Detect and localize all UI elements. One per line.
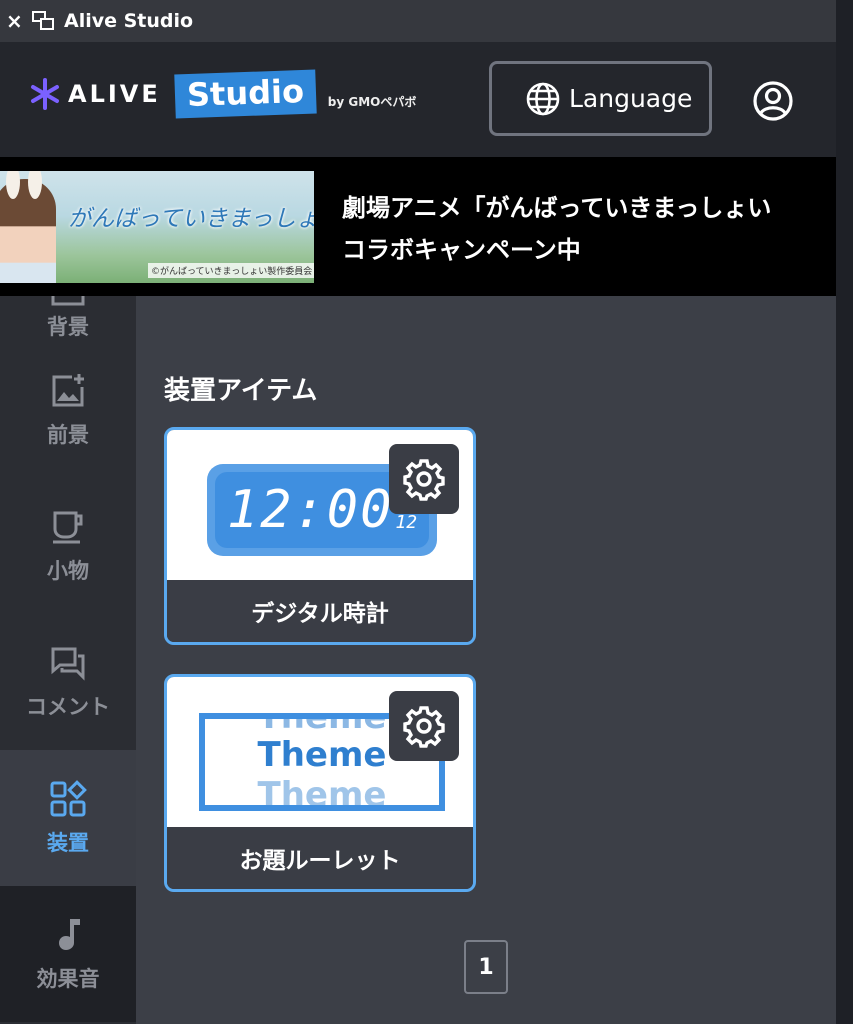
gear-icon xyxy=(403,459,445,501)
sidebar-item-label: 装置 xyxy=(47,831,89,855)
banner-image-title: がんばっていきまっしょい xyxy=(68,206,314,232)
section-title: 装置アイテム xyxy=(164,376,318,406)
clock-digits: 12:00 xyxy=(226,480,394,540)
card-settings-button[interactable] xyxy=(389,691,459,761)
sidebar-item-label: 小物 xyxy=(47,559,89,583)
sidebar-item-comments[interactable]: コメント xyxy=(0,614,136,750)
sidebar-item-label: 背景 xyxy=(47,315,89,339)
comment-icon xyxy=(51,647,85,681)
alive-studio-logo[interactable]: ALIVE Studio by GMOペパボ xyxy=(28,69,417,119)
window-titlebar: × Alive Studio xyxy=(0,0,836,42)
banner-line-1: 劇場アニメ「がんばっていきまっしょい xyxy=(342,194,772,222)
card-name: デジタル時計 xyxy=(167,580,473,642)
sidebar-item-foreground[interactable]: 前景 xyxy=(0,342,136,478)
sidebar-item-sound-effects[interactable]: 効果音 xyxy=(0,886,136,1022)
clock-seconds: 12 xyxy=(395,511,418,533)
card-name: お題ルーレット xyxy=(167,827,473,889)
banner-character xyxy=(0,171,56,283)
category-sidebar: 背景 前景 小物 コメント 装置 効果音 xyxy=(0,296,136,1024)
logo-alive-text: ALIVE xyxy=(68,80,161,108)
banner-line-2: コラボキャンペーン中 xyxy=(342,236,581,264)
music-note-icon xyxy=(59,919,80,950)
card-settings-button[interactable] xyxy=(389,444,459,514)
campaign-banner[interactable]: がんばっていきまっしょい ©がんばっていきまっしょい製作委員会 劇場アニメ「がん… xyxy=(0,157,836,296)
globe-icon xyxy=(526,82,560,115)
window-title: Alive Studio xyxy=(64,10,194,32)
sidebar-item-label: 前景 xyxy=(47,423,89,447)
app-header: ALIVE Studio by GMOペパボ Language xyxy=(0,42,836,157)
theme-word-next: Theme xyxy=(257,775,387,811)
cup-icon xyxy=(53,511,83,544)
pagination-page-button[interactable]: 1 xyxy=(464,940,508,994)
account-icon[interactable] xyxy=(752,80,794,122)
logo-by-text: by GMOペパボ xyxy=(327,94,417,109)
window-icon xyxy=(30,9,60,33)
main-panel: 装置アイテム 12:00 12 デジタル時計 Theme Theme Theme… xyxy=(136,296,836,1024)
banner-image-credit: ©がんばっていきまっしょい製作委員会 xyxy=(148,263,314,278)
language-label: Language xyxy=(569,84,693,113)
image-icon xyxy=(51,296,85,306)
banner-text: 劇場アニメ「がんばっていきまっしょい コラボキャンペーン中 xyxy=(342,187,836,271)
alive-star-icon xyxy=(31,78,59,110)
gear-icon xyxy=(403,706,445,748)
banner-image: がんばっていきまっしょい ©がんばっていきまっしょい製作委員会 xyxy=(0,171,314,283)
language-button[interactable]: Language xyxy=(489,61,712,136)
widgets-icon xyxy=(50,780,87,817)
window-edge xyxy=(836,0,853,1024)
sidebar-item-label: コメント xyxy=(26,695,110,719)
add-image-icon xyxy=(52,374,84,407)
sidebar-item-devices[interactable]: 装置 xyxy=(0,750,136,886)
item-card-topic-roulette[interactable]: Theme Theme Theme お題ルーレット xyxy=(164,674,476,892)
logo-studio-text: Studio xyxy=(174,69,317,119)
sidebar-item-label: 効果音 xyxy=(36,967,100,991)
item-card-digital-clock[interactable]: 12:00 12 デジタル時計 xyxy=(164,427,476,645)
sidebar-item-props[interactable]: 小物 xyxy=(0,478,136,614)
close-window-button[interactable]: × xyxy=(6,9,24,33)
